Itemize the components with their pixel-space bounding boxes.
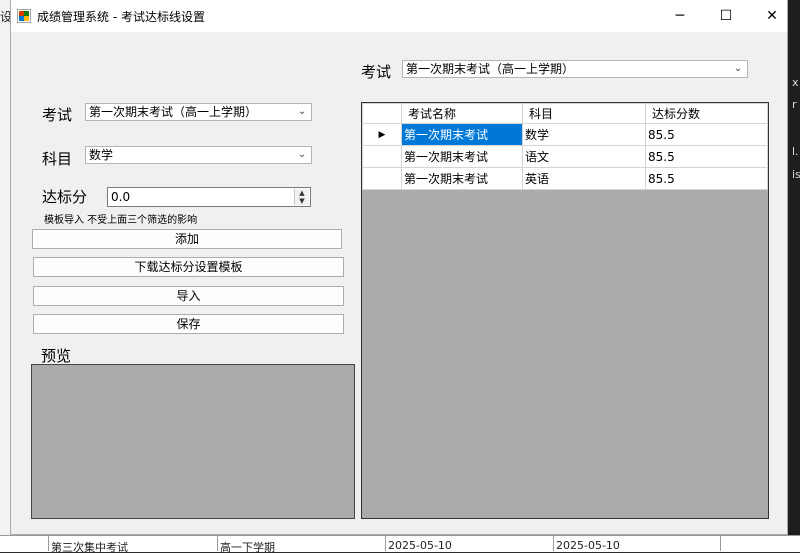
table-cell-score[interactable]: 85.5 [645, 167, 768, 190]
table-row[interactable]: 第一次期末考试 英语 85.5 [362, 167, 768, 190]
stepper-buttons: ▲ ▼ [294, 189, 309, 205]
column-header-score[interactable]: 达标分数 [645, 103, 768, 124]
exam-select[interactable]: 第一次期末考试（高一上学期） ⌄ [85, 103, 312, 121]
current-row-icon: ▶ [378, 129, 386, 140]
background-glyph: x [792, 76, 799, 89]
filter-exam-select[interactable]: 第一次期末考试（高一上学期） ⌄ [402, 60, 748, 78]
preview-grid[interactable] [31, 364, 355, 519]
chevron-down-icon: ⌄ [297, 149, 307, 160]
score-stepper[interactable]: 0.0 ▲ ▼ [107, 187, 311, 207]
app-icon [17, 9, 31, 23]
table-cell-score[interactable]: 85.5 [645, 145, 768, 168]
maximize-icon: ☐ [719, 8, 733, 24]
exam-threshold-window: 成绩管理系统 - 考试达标线设置 ─ ☐ ✕ 考试 第一次期末考试（高一上学期）… [10, 0, 788, 535]
background-glyph: l. [792, 145, 799, 158]
subject-select-value: 数学 [89, 148, 114, 162]
chevron-down-icon: ⌄ [733, 63, 743, 74]
grid-header-row: 考试名称 科目 达标分数 [362, 103, 768, 124]
table-cell-subject[interactable]: 语文 [522, 145, 646, 168]
score-label: 达标分 [42, 188, 88, 206]
preview-label: 预览 [41, 347, 72, 365]
table-row[interactable]: ▶ 第一次期末考试 数学 85.5 [362, 123, 768, 146]
window-title: 成绩管理系统 - 考试达标线设置 [37, 10, 205, 24]
row-header[interactable]: ▶ [362, 123, 402, 146]
chevron-down-icon: ⌄ [297, 106, 307, 117]
filter-exam-label: 考试 [361, 63, 392, 81]
exam-label: 考试 [42, 106, 73, 124]
background-column-separator [553, 536, 554, 551]
maximize-button[interactable]: ☐ [703, 0, 749, 32]
stepper-down-button[interactable]: ▼ [295, 197, 309, 205]
close-icon: ✕ [766, 8, 778, 24]
column-header-subject[interactable]: 科目 [522, 103, 646, 124]
minimize-button[interactable]: ─ [657, 0, 703, 32]
table-cell-score[interactable]: 85.5 [645, 123, 768, 146]
subject-label: 科目 [42, 150, 73, 168]
background-glyph: r [792, 98, 797, 111]
background-column-separator [217, 536, 218, 551]
exam-select-value: 第一次期末考试（高一上学期） [89, 105, 258, 119]
table-cell-subject[interactable]: 数学 [522, 123, 646, 146]
table-row[interactable]: 第一次期末考试 语文 85.5 [362, 145, 768, 168]
filter-exam-select-value: 第一次期末考试（高一上学期） [406, 62, 575, 76]
score-value: 0.0 [111, 190, 131, 204]
download-template-button[interactable]: 下载达标分设置模板 [33, 257, 344, 277]
import-button[interactable]: 导入 [33, 286, 344, 306]
subject-select[interactable]: 数学 ⌄ [85, 146, 312, 164]
row-header[interactable] [362, 145, 402, 168]
close-button[interactable]: ✕ [749, 0, 795, 32]
table-cell-subject[interactable]: 英语 [522, 167, 646, 190]
column-header-exam-name[interactable]: 考试名称 [401, 103, 523, 124]
import-hint-text: 模板导入 不受上面三个筛选的影响 [44, 215, 198, 226]
background-column-separator [385, 536, 386, 551]
row-header[interactable] [362, 167, 402, 190]
background-glyph: is [792, 168, 800, 181]
background-editor-right-edge: x r l. is [788, 0, 800, 551]
save-button[interactable]: 保存 [33, 314, 344, 334]
row-header-corner [362, 103, 402, 124]
table-cell-exam[interactable]: 第一次期末考试 [401, 167, 523, 190]
title-bar[interactable]: 成绩管理系统 - 考试达标线设置 ─ ☐ ✕ [11, 0, 787, 32]
add-button[interactable]: 添加 [32, 229, 342, 249]
minimize-icon: ─ [675, 8, 685, 24]
table-cell-exam[interactable]: 第一次期末考试 [401, 145, 523, 168]
background-column-separator [720, 536, 721, 551]
table-cell-exam[interactable]: 第一次期末考试 [401, 123, 523, 146]
background-column-separator [48, 536, 49, 551]
threshold-data-grid[interactable]: 考试名称 科目 达标分数 ▶ 第一次期末考试 数学 85.5 第一次期末考试 语… [361, 102, 769, 519]
